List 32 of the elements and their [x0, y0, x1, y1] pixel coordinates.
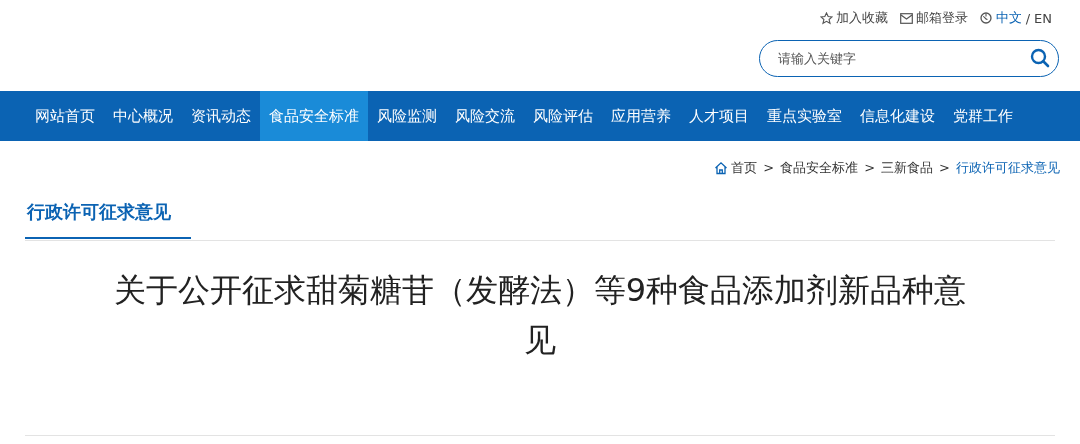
- mail-icon: [899, 12, 913, 24]
- globe-icon: [979, 12, 992, 24]
- breadcrumb-link[interactable]: 行政许可征求意见: [956, 158, 1060, 177]
- language-link[interactable]: EN: [1034, 10, 1052, 26]
- breadcrumb-link[interactable]: 首页: [714, 158, 758, 177]
- section-title: 行政许可征求意见: [25, 194, 191, 239]
- article-title: 关于公开征求甜菊糖苷（发酵法）等9种食品添加剂新品种意见: [112, 270, 968, 361]
- nav-tab[interactable]: 食品安全标准: [260, 91, 368, 141]
- breadcrumb-link[interactable]: 三新食品: [881, 158, 934, 177]
- language-link[interactable]: 中文: [995, 9, 1022, 27]
- breadcrumb-separator: >: [864, 160, 876, 175]
- nav-tab[interactable]: 重点实验室: [758, 91, 851, 141]
- nav-tab[interactable]: 风险交流: [446, 91, 524, 141]
- nav-tab[interactable]: 网站首页: [26, 91, 104, 141]
- nav-tab[interactable]: 风险评估: [524, 91, 602, 141]
- nav-tab[interactable]: 风险监测: [368, 91, 446, 141]
- nav-tab[interactable]: 中心概况: [104, 91, 182, 141]
- nav-tab[interactable]: 资讯动态: [182, 91, 260, 141]
- language-separator: /: [1025, 10, 1031, 26]
- nav-tab[interactable]: 信息化建设: [851, 91, 944, 141]
- nav-tab[interactable]: 党群工作: [944, 91, 1022, 141]
- nav-tab[interactable]: 应用营养: [602, 91, 680, 141]
- breadcrumb-separator: >: [763, 160, 775, 175]
- nav-tab[interactable]: 人才项目: [680, 91, 758, 141]
- search-field[interactable]: 请输入关键字: [759, 40, 1059, 77]
- home-icon: [714, 160, 729, 175]
- breadcrumb-separator: >: [939, 160, 950, 175]
- star-icon: [819, 11, 833, 25]
- favorite-link[interactable]: 加入收藏: [819, 9, 888, 27]
- mail-link[interactable]: 邮箱登录: [899, 9, 968, 27]
- breadcrumb-link[interactable]: 食品安全标准: [780, 158, 859, 177]
- search-icon[interactable]: [1030, 48, 1050, 68]
